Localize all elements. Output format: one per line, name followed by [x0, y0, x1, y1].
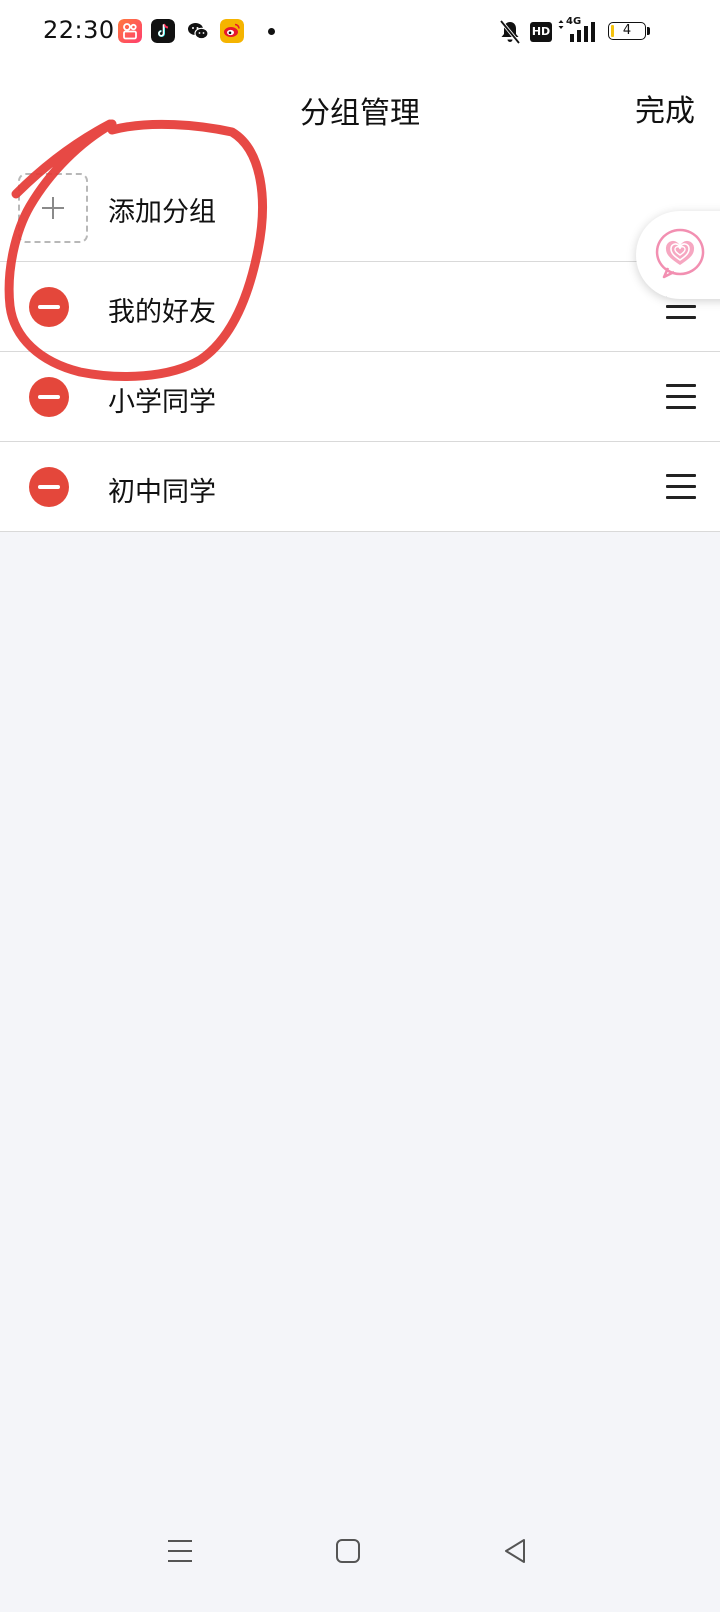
- done-button[interactable]: 完成: [635, 86, 695, 130]
- header: 分组管理 完成: [0, 64, 720, 164]
- battery-level: 4: [622, 23, 632, 38]
- list-item: 小学同学: [0, 352, 720, 442]
- weibo-icon: [220, 19, 244, 43]
- mute-bell-icon: [499, 19, 521, 45]
- battery-icon: 4: [608, 22, 652, 42]
- status-bar: 22:30 HD 4G 4: [0, 0, 720, 64]
- notification-dot-icon: [268, 28, 275, 35]
- tiktok-icon: [151, 19, 175, 43]
- delete-group-icon[interactable]: [29, 377, 69, 417]
- delete-group-icon[interactable]: [29, 467, 69, 507]
- plus-icon[interactable]: [18, 173, 88, 243]
- back-button[interactable]: [500, 1536, 530, 1566]
- home-button[interactable]: [333, 1536, 363, 1566]
- add-group-label: 添加分组: [108, 197, 216, 228]
- video-app-icon: [118, 19, 142, 43]
- system-nav-bar: [0, 1522, 720, 1612]
- list-item: 我的好友: [0, 262, 720, 352]
- drag-handle-icon[interactable]: [666, 384, 696, 410]
- group-label: 我的好友: [108, 297, 216, 328]
- drag-handle-icon[interactable]: [666, 474, 696, 500]
- heart-bubble-icon: [655, 228, 705, 279]
- floating-assistant-button[interactable]: [636, 211, 720, 299]
- list-item: 初中同学: [0, 442, 720, 532]
- wechat-icon: [188, 23, 209, 40]
- group-label: 初中同学: [108, 477, 216, 508]
- delete-group-icon[interactable]: [29, 287, 69, 327]
- add-group-row[interactable]: 添加分组: [0, 164, 720, 262]
- page-title: 分组管理: [300, 96, 420, 131]
- hd-badge: HD: [530, 22, 552, 42]
- group-list: 添加分组 我的好友 小学同学 初中同学: [0, 164, 720, 532]
- group-label: 小学同学: [108, 387, 216, 418]
- status-time: 22:30: [43, 16, 115, 44]
- recent-apps-button[interactable]: [165, 1536, 195, 1566]
- signal-icon: 4G: [558, 16, 600, 46]
